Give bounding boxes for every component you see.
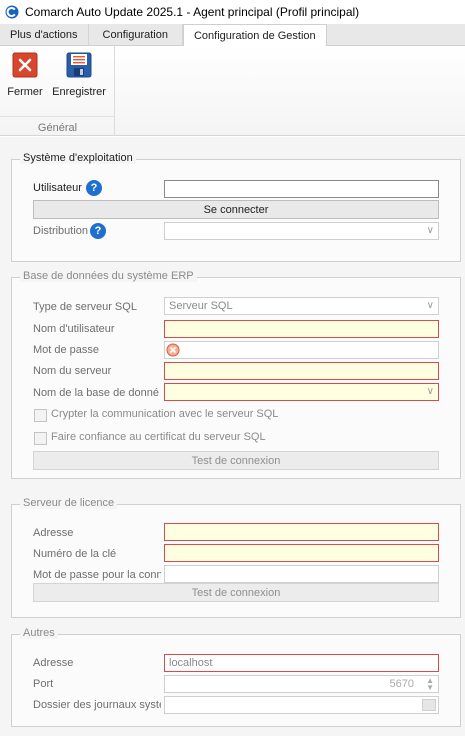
ribbon: Fermer Enregistrer Général	[0, 46, 465, 136]
server-type-value: Serveur SQL	[169, 300, 233, 312]
server-name-label: Nom du serveur	[33, 365, 112, 377]
chevron-down-icon: ∨	[426, 225, 434, 236]
settings-panel: Système d'exploitation Utilisateur ? Se …	[0, 137, 465, 736]
logs-folder-label: Dossier des journaux systè	[33, 699, 161, 711]
browse-folder-button[interactable]	[422, 699, 436, 711]
db-username-label: Nom d'utilisateur	[33, 323, 115, 335]
chevron-down-icon: ∨	[426, 386, 434, 397]
title-bar: Comarch Auto Update 2025.1 - Agent princ…	[0, 0, 465, 24]
license-test-connection-button[interactable]: Test de connexion	[33, 583, 439, 602]
license-password-label: Mot de passe pour la conne	[33, 569, 161, 581]
close-icon	[12, 52, 38, 78]
tab-configuration[interactable]: Configuration	[89, 24, 183, 46]
chevron-down-icon: ∨	[426, 300, 434, 311]
erp-test-connection-button[interactable]: Test de connexion	[33, 451, 439, 470]
db-password-label: Mot de passe	[33, 344, 100, 356]
db-password-input[interactable]	[164, 341, 439, 359]
other-address-label: Adresse	[33, 657, 74, 669]
ribbon-group-divider	[0, 116, 115, 117]
os-section-legend: Système d'exploitation	[20, 152, 136, 164]
ribbon-tabs: Plus d'actions Configuration Configurati…	[0, 24, 465, 47]
distribution-select[interactable]: ∨	[164, 222, 439, 240]
error-icon	[166, 343, 180, 357]
ribbon-group-general: Fermer Enregistrer Général	[0, 46, 115, 136]
trust-certificate-checkbox[interactable]	[34, 432, 47, 445]
save-button[interactable]: Enregistrer	[52, 52, 106, 104]
tab-more-actions[interactable]: Plus d'actions	[0, 24, 89, 46]
app-logo-icon	[5, 5, 19, 19]
port-stepper[interactable]: 5670 ▲ ▼	[164, 675, 439, 693]
license-address-label: Adresse	[33, 527, 74, 539]
close-button-label: Fermer	[7, 86, 43, 98]
license-key-label: Numéro de la clé	[33, 548, 117, 560]
license-key-input[interactable]	[164, 544, 439, 562]
erp-section-legend: Base de données du système ERP	[20, 270, 197, 282]
other-section-legend: Autres	[20, 627, 58, 639]
trust-certificate-label: Faire confiance au certificat du serveur…	[51, 431, 266, 443]
user-label: Utilisateur	[33, 182, 82, 194]
connect-button[interactable]: Se connecter	[33, 200, 439, 219]
close-button[interactable]: Fermer	[1, 52, 49, 104]
db-name-label: Nom de la base de donné	[33, 387, 159, 399]
tab-management-configuration[interactable]: Configuration de Gestion	[182, 24, 327, 47]
license-section-legend: Serveur de licence	[20, 497, 118, 509]
server-type-label: Type de serveur SQL	[33, 301, 137, 313]
distribution-help-icon[interactable]: ?	[90, 223, 106, 239]
db-username-input[interactable]	[164, 320, 439, 338]
distribution-label: Distribution	[33, 225, 89, 237]
user-input[interactable]	[164, 180, 439, 198]
window-title: Comarch Auto Update 2025.1 - Agent princ…	[25, 5, 360, 19]
encrypt-checkbox[interactable]	[34, 409, 47, 422]
port-value: 5670	[389, 678, 414, 690]
user-help-icon[interactable]: ?	[86, 180, 102, 196]
spin-arrows-icon[interactable]: ▲ ▼	[426, 677, 434, 692]
server-type-select[interactable]: Serveur SQL ∨	[164, 297, 439, 315]
port-label: Port	[33, 678, 54, 690]
ribbon-group-label: Général	[37, 122, 78, 134]
logs-folder-input[interactable]	[164, 696, 439, 714]
save-button-label: Enregistrer	[52, 86, 106, 98]
license-address-input[interactable]	[164, 523, 439, 541]
db-name-select[interactable]: ∨	[164, 383, 439, 401]
server-name-input[interactable]	[164, 362, 439, 380]
save-icon	[66, 52, 92, 78]
other-address-input[interactable]: localhost	[164, 654, 439, 672]
license-password-input[interactable]	[164, 565, 439, 583]
encrypt-label: Crypter la communication avec le serveur…	[51, 408, 279, 420]
